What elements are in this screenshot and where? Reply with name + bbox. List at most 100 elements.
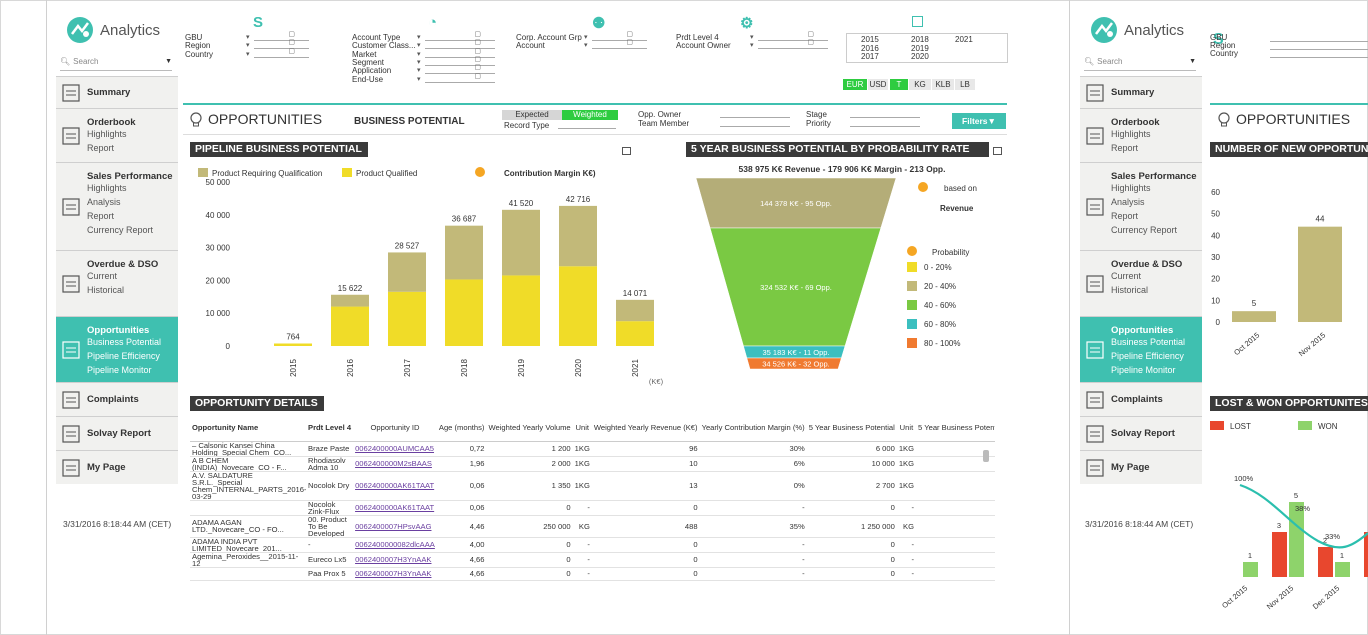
dropdown-caret[interactable]: ▾: [584, 33, 588, 41]
priority-dropdown[interactable]: [850, 119, 920, 127]
table-row[interactable]: Paa Prox 50062400007H3YnAAK4,660-0-0-002…: [190, 567, 995, 581]
column-header[interactable]: Age (months): [436, 415, 487, 442]
dropdown-caret[interactable]: ▾: [417, 75, 421, 83]
column-header[interactable]: 5 Year Business Potential (K€): [916, 415, 995, 442]
chevron-down-icon[interactable]: ▼: [165, 58, 172, 65]
opp-owner-dropdown[interactable]: [720, 110, 790, 118]
filter-slot[interactable]: ▢: [425, 64, 495, 75]
table-row[interactable]: A.V. SALDATURE S.R.L._Special Chem_INTER…: [190, 471, 995, 501]
column-header[interactable]: Prdt Level 4: [306, 415, 354, 442]
unit-toggle-klb[interactable]: KLB: [932, 79, 954, 90]
dropdown-caret[interactable]: ▾: [417, 58, 421, 66]
nav-title[interactable]: Opportunities: [1111, 325, 1173, 336]
opportunity-link[interactable]: 0062400000AK61TAAT: [355, 503, 434, 512]
nav-section-sales-performance[interactable]: Sales Performance Highlights Analysis Repor…: [56, 162, 178, 250]
nav-section-overdue-dso[interactable]: Overdue & DSO Current Historical: [1080, 250, 1202, 316]
opportunity-link[interactable]: 0062400000M2sBAAS: [355, 459, 432, 468]
table-row[interactable]: Nocolok Zink-Flux 0062400000AK61TAAT 0,06 0…: [190, 500, 995, 516]
nav-item-highlights[interactable]: Highlights: [87, 183, 127, 193]
nav-item-business-potential[interactable]: Business Potential: [87, 337, 161, 347]
filter-slot[interactable]: ▢: [254, 31, 309, 41]
nav-item-highlights[interactable]: Highlights: [1111, 129, 1151, 139]
nav-item-currency-report[interactable]: Currency Report: [1111, 225, 1177, 235]
nav-item-pipeline-monitor[interactable]: Pipeline Monitor: [1111, 365, 1176, 375]
nav-section-complaints[interactable]: Complaints: [1080, 382, 1202, 416]
column-header[interactable]: Opportunity Name: [190, 415, 306, 442]
unit-toggle-kg[interactable]: KG: [909, 79, 931, 90]
filter-slot[interactable]: ▢: [425, 39, 495, 50]
dropdown-caret[interactable]: ▾: [417, 41, 421, 49]
table-cell[interactable]: 0062400007HPsvAAG: [353, 515, 437, 538]
nav-section-summary[interactable]: Summary: [1080, 76, 1202, 108]
filter-slot[interactable]: ▢: [254, 39, 309, 50]
nav-item-report[interactable]: Report: [87, 211, 114, 221]
dropdown-caret[interactable]: ▾: [246, 41, 250, 49]
column-header[interactable]: Opportunity ID: [353, 415, 437, 442]
dropdown-caret[interactable]: ▾: [246, 50, 250, 58]
nav-item-report[interactable]: Report: [1111, 211, 1138, 221]
nav-title[interactable]: My Page: [1111, 462, 1150, 473]
weighted-toggle[interactable]: Weighted: [562, 110, 618, 120]
record-type-dropdown[interactable]: [558, 121, 616, 129]
nav-item-pipeline-efficiency[interactable]: Pipeline Efficiency: [87, 351, 160, 361]
unit-toggle-eur[interactable]: EUR: [843, 79, 867, 90]
column-header[interactable]: Unit: [896, 415, 917, 442]
nav-section-orderbook[interactable]: Orderbook Highlights Report: [56, 108, 178, 162]
dropdown-caret[interactable]: ▾: [584, 41, 588, 49]
app-logo[interactable]: Analytics: [56, 10, 178, 50]
nav-title[interactable]: Sales Performance: [1111, 171, 1197, 182]
table-cell[interactable]: 0062400007H3YnAAK: [353, 567, 437, 581]
nav-title[interactable]: Orderbook: [87, 117, 136, 128]
maximize-icon[interactable]: [622, 147, 631, 155]
nav-item-business-potential[interactable]: Business Potential: [1111, 337, 1185, 347]
nav-item-report[interactable]: Report: [87, 143, 114, 153]
table-cell[interactable]: 0062400000AK61TAAT: [353, 471, 437, 501]
nav-title[interactable]: Summary: [87, 87, 130, 98]
nav-title[interactable]: Summary: [1111, 87, 1154, 98]
column-header[interactable]: Unit: [572, 415, 592, 442]
table-row[interactable]: ADAMA INDIA PVT LIMITED_Novecare_201... -…: [190, 537, 995, 553]
nav-title[interactable]: My Page: [87, 462, 126, 473]
nav-item-report[interactable]: Report: [1111, 143, 1138, 153]
nav-title[interactable]: Solvay Report: [1111, 428, 1175, 439]
expected-toggle[interactable]: Expected: [502, 110, 562, 120]
nav-item-highlights[interactable]: Highlights: [87, 129, 127, 139]
table-cell[interactable]: 0062400007H3YnAAK: [353, 552, 437, 568]
team-member-dropdown[interactable]: [720, 119, 790, 127]
nav-item-analysis[interactable]: Analysis: [1111, 197, 1145, 207]
nav-item-historical[interactable]: Historical: [87, 285, 124, 295]
dropdown-caret[interactable]: ▾: [246, 33, 250, 41]
nav-section-summary[interactable]: Summary: [56, 76, 178, 108]
nav-item-historical[interactable]: Historical: [1111, 285, 1148, 295]
dropdown-caret[interactable]: ▾: [750, 41, 754, 49]
nav-item-highlights[interactable]: Highlights: [1111, 183, 1151, 193]
filter-slot[interactable]: ▢: [592, 39, 647, 50]
nav-title[interactable]: Orderbook: [1111, 117, 1160, 128]
unit-toggle-lb[interactable]: LB: [955, 79, 975, 90]
filter-slot[interactable]: ▢: [425, 31, 495, 41]
nav-item-pipeline-monitor[interactable]: Pipeline Monitor: [87, 365, 152, 375]
column-header[interactable]: Weighted Yearly Volume: [486, 415, 573, 442]
table-cell[interactable]: 0062400000082dlcAAA: [353, 537, 437, 553]
table-scrollbar[interactable]: [983, 450, 989, 462]
nav-title[interactable]: Complaints: [1111, 394, 1163, 405]
nav-item-current[interactable]: Current: [1111, 271, 1141, 281]
nav-item-analysis[interactable]: Analysis: [87, 197, 121, 207]
unit-toggle-t[interactable]: T: [890, 79, 908, 90]
opportunity-link[interactable]: 0062400000AK61TAAT: [355, 481, 434, 490]
maximize-icon[interactable]: [993, 147, 1002, 155]
nav-item-pipeline-efficiency[interactable]: Pipeline Efficiency: [1111, 351, 1184, 361]
nav-section-solvay-report[interactable]: Solvay Report: [56, 416, 178, 450]
table-row[interactable]: A B CHEM (INDIA)_Novecare_CO - F... Rhodi…: [190, 456, 995, 472]
search-box[interactable]: 🔍︎ Search ▼: [1084, 53, 1196, 71]
nav-title[interactable]: Complaints: [87, 394, 139, 405]
filter-slot[interactable]: [1270, 36, 1368, 42]
dropdown-caret[interactable]: ▾: [750, 33, 754, 41]
table-row[interactable]: ADAMA AGAN LTD._Novecare_CO - FO... 00. P…: [190, 515, 995, 538]
nav-section-my-page[interactable]: My Page: [56, 450, 178, 484]
column-header[interactable]: 5 Year Business Potential: [806, 415, 897, 442]
chevron-down-icon[interactable]: ▼: [1189, 58, 1196, 65]
nav-title[interactable]: Overdue & DSO: [87, 259, 158, 270]
dropdown-caret[interactable]: ▾: [417, 66, 421, 74]
column-header[interactable]: Yearly Contribution Margin (%): [699, 415, 807, 442]
